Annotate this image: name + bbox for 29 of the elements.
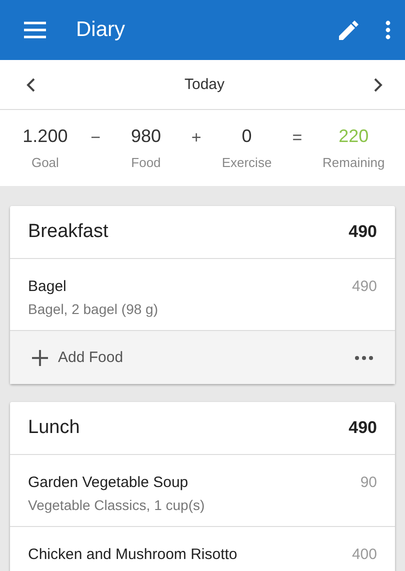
summary-label: Food	[131, 155, 161, 170]
food-name: Garden Vegetable Soup	[28, 474, 190, 491]
summary-value: 1.200	[22, 126, 68, 147]
meal-name: Lunch	[28, 417, 80, 439]
food-name: Bagel	[28, 278, 68, 295]
food-entry[interactable]: Chicken and Mushroom Risotto 400	[10, 527, 395, 571]
food-detail: Bagel, 2 bagel (98 g)	[28, 301, 158, 317]
add-food-button[interactable]: Add Food	[32, 349, 124, 366]
operator-sign: =	[292, 128, 302, 148]
summary-value: 0	[242, 126, 252, 147]
screen-title: Diary	[76, 18, 126, 42]
plus-icon	[32, 350, 48, 366]
food-calories: 90	[360, 474, 377, 493]
operator-sign: −	[90, 128, 101, 148]
meal-name: Breakfast	[28, 221, 108, 243]
food-calories: 400	[352, 546, 377, 565]
summary-label: Remaining	[322, 155, 385, 170]
date-label: Today	[184, 76, 225, 93]
summary-label: Goal	[31, 155, 59, 170]
meal-calories: 490	[348, 418, 377, 438]
food-detail: Vegetable Classics, 1 cup(s)	[28, 497, 205, 513]
food-calories: 490	[352, 278, 377, 297]
food-entry[interactable]: Garden Vegetable Soup Vegetable Classics, 1 cup(s) 90	[10, 455, 395, 527]
remaining-value: 220	[338, 126, 369, 147]
summary-label: Exercise	[222, 155, 272, 170]
food-name: Chicken and Mushroom Risotto	[28, 546, 238, 563]
meal-calories: 490	[348, 222, 377, 242]
summary-value: 980	[130, 126, 161, 147]
operator-sign: +	[191, 128, 202, 148]
